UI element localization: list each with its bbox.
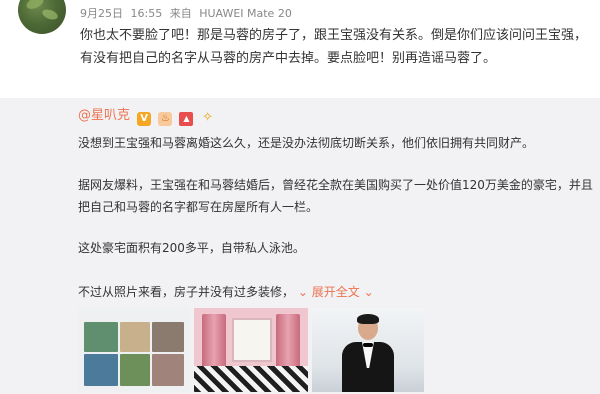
repost-card[interactable]: @星叭克 V ♨ ▲ ✧ 没想到王宝强和马蓉离婚这么久，还是没办法彻底切断关系，… [0, 98, 600, 394]
chevron-down-icon: ⌄ [297, 285, 308, 299]
photo-window [232, 318, 272, 362]
chevron-down-icon: ⌄ [363, 285, 374, 299]
vip-icon[interactable]: ▲ [179, 112, 194, 126]
repost-paragraph-text: 不过从照片来看，房子并没有过多装修， [78, 285, 295, 299]
avatar-leaf [40, 7, 60, 22]
photo-tile [84, 354, 118, 386]
photo-tile [84, 322, 118, 352]
expand-full-text-link[interactable]: ⌄ 展开全文 ⌄ [298, 285, 374, 299]
photo-person-bowtie [363, 343, 373, 347]
photo-tile [152, 322, 184, 352]
photo-zebra-rug [194, 366, 308, 392]
comment-card: 9月25日 16:55 来自 HUAWEI Mate 20 你也太不要脸了吧！那… [0, 0, 600, 98]
bulb-icon[interactable]: ✧ [201, 111, 215, 125]
repost-paragraph: 据网友爆料，王宝强在和马蓉结婚后，曾经花全款在美国购买了一处价值120万美金的豪… [78, 178, 593, 214]
fire-icon[interactable]: ♨ [158, 112, 173, 126]
photo-thumbnail-2[interactable] [194, 308, 308, 392]
repost-author-link[interactable]: @星叭克 [78, 108, 130, 123]
photo-tile [120, 354, 150, 386]
repost-paragraph-last: 不过从照片来看，房子并没有过多装修， ⌄ 展开全文 ⌄ [78, 281, 593, 303]
photo-tile [152, 354, 184, 386]
photo-tile [120, 322, 150, 352]
expand-label: 展开全文 [311, 285, 360, 299]
comment-meta: 9月25日 16:55 来自 HUAWEI Mate 20 [80, 5, 296, 21]
comment-date: 9月25日 [80, 7, 123, 20]
comment-device[interactable]: HUAWEI Mate 20 [199, 7, 292, 20]
photo-person-hair [357, 314, 379, 324]
repost-paragraph: 这处豪宅面积有200多平，自带私人泳池。 [78, 241, 305, 255]
comment-time: 16:55 [130, 7, 163, 20]
repost-header: @星叭克 V ♨ ▲ ✧ [78, 104, 215, 126]
verified-v-icon[interactable]: V [137, 112, 152, 126]
photo-thumbnail-3[interactable] [312, 308, 424, 392]
avatar[interactable] [18, 0, 66, 34]
photo-thumbnail-1[interactable] [78, 308, 190, 392]
comment-text: 你也太不要脸了吧！那是马蓉的房子了，跟王宝强没有关系。倒是你们应该问问王宝强，有… [80, 28, 588, 66]
comment-source-prefix: 来自 [169, 7, 192, 20]
repost-paragraph: 没想到王宝强和马蓉离婚这么久，还是没办法彻底切断关系，他们依旧拥有共同财产。 [78, 136, 535, 150]
